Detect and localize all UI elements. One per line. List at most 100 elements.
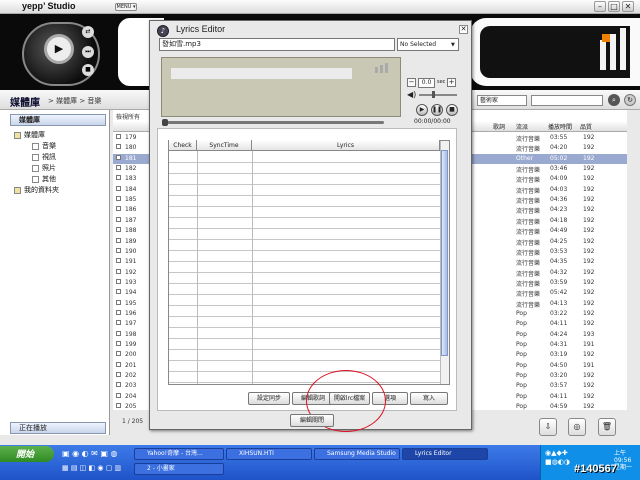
row-checkbox[interactable]	[116, 175, 121, 182]
view-all-label[interactable]: 檢視所有	[116, 112, 140, 121]
row-duration: 04:09	[550, 175, 568, 183]
chevron-down-icon[interactable]: ▼	[451, 42, 455, 48]
row-genre: 流行音樂	[516, 301, 541, 309]
set-sync-button[interactable]: 設定同步	[248, 392, 290, 405]
delete-icon[interactable]: 🗑	[598, 418, 616, 436]
play-icon[interactable]: ▶	[44, 34, 74, 64]
row-checkbox[interactable]	[116, 165, 121, 172]
row-checkbox[interactable]	[116, 154, 121, 162]
row-genre: 流行音樂	[516, 177, 541, 185]
column-header-duration[interactable]: 播放時間	[548, 122, 572, 131]
row-checkbox[interactable]	[116, 299, 121, 307]
play-icon[interactable]: ▶	[416, 104, 428, 116]
dialog-close-button[interactable]: ✕	[459, 25, 468, 34]
row-checkbox[interactable]	[116, 341, 121, 348]
taskbar-item[interactable]: XIHSUN.HTI	[226, 448, 312, 460]
stop-icon[interactable]: ■	[82, 64, 94, 76]
file-name-field[interactable]: 發如雪.mp3	[159, 38, 395, 51]
now-playing-button[interactable]: 正在播放	[10, 422, 106, 434]
burn-cd-icon[interactable]: ◎	[568, 418, 586, 436]
offset-field[interactable]: 0.0	[418, 78, 435, 88]
column-header-lyrics[interactable]: 歌詞	[493, 122, 505, 131]
row-number: 202	[125, 372, 137, 380]
close-button[interactable]: ✕	[622, 1, 634, 12]
seek-handle[interactable]	[162, 119, 168, 126]
row-genre: Pop	[516, 330, 527, 338]
row-checkbox[interactable]	[116, 258, 121, 265]
grid-scroll-thumb[interactable]	[441, 150, 448, 356]
search-icon[interactable]: ⌕	[608, 94, 620, 106]
write-button[interactable]: 寫入	[410, 392, 448, 405]
sidebar-item-video[interactable]: 視訊	[32, 152, 56, 162]
sidebar-item-photos[interactable]: 照片	[32, 163, 56, 173]
row-checkbox[interactable]	[116, 196, 121, 203]
row-checkbox[interactable]	[116, 309, 121, 317]
minimize-button[interactable]: –	[594, 1, 606, 12]
row-checkbox[interactable]	[116, 206, 121, 213]
row-checkbox[interactable]	[116, 372, 121, 379]
grid-header-lyrics[interactable]: Lyrics	[252, 140, 440, 151]
grid-header-check[interactable]: Check	[169, 140, 197, 151]
row-quality: 192	[583, 175, 595, 183]
quick-launch-icons[interactable]: ▦ ▤ ◫ ◧ ◉ ▢ ▥	[62, 464, 121, 472]
volume-slider[interactable]	[419, 94, 457, 96]
row-checkbox[interactable]	[116, 237, 121, 245]
shuffle-icon[interactable]: ⇄	[82, 26, 94, 38]
next-icon[interactable]: ⏭	[82, 46, 94, 58]
sidebar-item-my-folders[interactable]: 我的資料夾	[14, 185, 59, 195]
tray-icons[interactable]: ◉▲◆✚ ■◍◐◑	[545, 449, 570, 467]
row-checkbox[interactable]	[116, 247, 121, 255]
grid-row-line	[169, 371, 441, 372]
artist-filter-select[interactable]: 藝術家	[477, 95, 527, 106]
breadcrumb[interactable]: > 媒體庫 > 音樂	[48, 96, 101, 106]
grid-row-line	[169, 195, 441, 196]
volume-handle[interactable]	[432, 91, 435, 98]
sidebar-header[interactable]: 媒體庫	[10, 114, 106, 126]
column-header-quality[interactable]: 品質	[580, 122, 592, 131]
row-checkbox[interactable]	[116, 185, 121, 193]
refresh-icon[interactable]: ↻	[624, 94, 636, 106]
sync-mode-select[interactable]: No Selected	[397, 38, 459, 51]
sidebar-item-other[interactable]: 其他	[32, 174, 56, 184]
row-genre: 流行音樂	[516, 136, 541, 143]
offset-increase-button[interactable]: +	[447, 78, 456, 87]
row-checkbox[interactable]	[116, 361, 121, 369]
grid-row-line	[169, 360, 441, 361]
seek-bar[interactable]	[163, 121, 384, 124]
row-checkbox[interactable]	[116, 134, 121, 141]
taskbar-item-active[interactable]: Lyrics Editor	[402, 448, 488, 460]
taskbar-item[interactable]: 2 - 小畫家	[134, 463, 224, 475]
row-genre: 流行音樂	[516, 260, 541, 268]
close-editor-button[interactable]: 編輯關閉	[290, 414, 334, 427]
taskbar-item[interactable]: Samsung Media Studio	[314, 448, 400, 460]
column-header-genre[interactable]: 流派	[516, 122, 528, 131]
pause-icon[interactable]: ❚❚	[431, 104, 443, 116]
row-checkbox[interactable]	[116, 289, 121, 296]
row-quality: 191	[583, 341, 595, 348]
row-checkbox[interactable]	[116, 227, 121, 234]
maximize-button[interactable]: □	[608, 1, 620, 12]
row-checkbox[interactable]	[116, 403, 121, 410]
sidebar-item-library[interactable]: 媒體庫	[14, 130, 45, 140]
quick-launch-icons[interactable]: ▣ ◉ ◐ ✉ ▣ ◍	[62, 449, 117, 458]
row-checkbox[interactable]	[116, 268, 121, 276]
offset-decrease-button[interactable]: −	[407, 78, 416, 87]
row-checkbox[interactable]	[116, 144, 121, 151]
search-input[interactable]	[531, 95, 603, 106]
taskbar-item[interactable]: Yahoo!奇摩 - 台灣...	[134, 448, 224, 460]
sync-device-icon[interactable]: ⇩	[539, 418, 557, 436]
stop-icon[interactable]: ■	[446, 104, 458, 116]
row-checkbox[interactable]	[116, 382, 121, 389]
row-checkbox[interactable]	[116, 278, 121, 286]
row-checkbox[interactable]	[116, 351, 121, 358]
menu-button[interactable]: MENU ▾	[115, 3, 137, 11]
row-checkbox[interactable]	[116, 216, 121, 224]
row-genre: Pop	[516, 351, 527, 359]
row-checkbox[interactable]	[116, 330, 121, 338]
grid-header-synctime[interactable]: SyncTime	[197, 140, 252, 151]
volume-icon[interactable]: ◀)	[407, 90, 416, 99]
start-button[interactable]: 開始	[0, 446, 54, 462]
row-checkbox[interactable]	[116, 392, 121, 400]
row-checkbox[interactable]	[116, 320, 121, 327]
sidebar-item-music[interactable]: 音樂	[32, 141, 56, 151]
